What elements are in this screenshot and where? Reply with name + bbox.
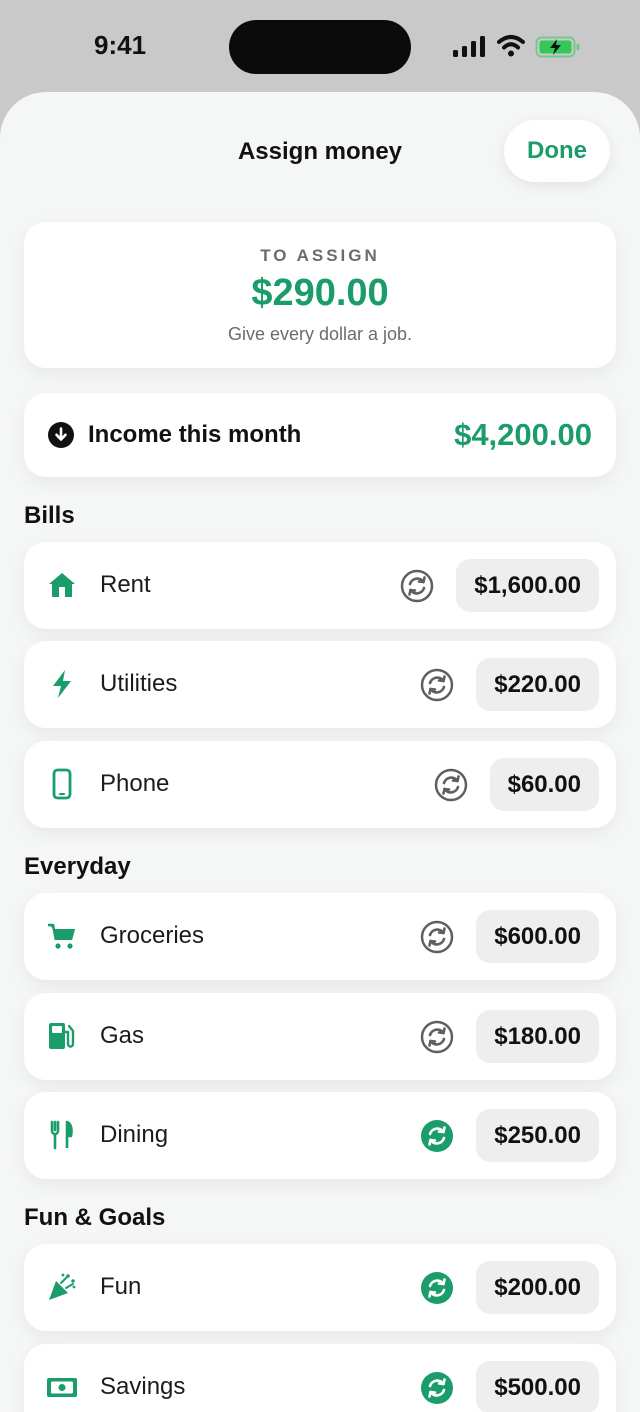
category-row-groceries[interactable]: Groceries $600.00 bbox=[24, 893, 616, 980]
category-label: Savings bbox=[100, 1373, 186, 1400]
recurring-toggle-icon[interactable] bbox=[420, 1371, 454, 1405]
amount-input[interactable]: $1,600.00 bbox=[456, 559, 599, 612]
category-row-fun[interactable]: Fun $200.00 bbox=[24, 1244, 616, 1331]
cellular-signal-icon bbox=[453, 36, 485, 57]
status-time: 9:41 bbox=[94, 30, 147, 60]
category-row-dining[interactable]: Dining $250.00 bbox=[24, 1092, 616, 1179]
category-label: Phone bbox=[100, 770, 170, 797]
bolt-icon bbox=[53, 670, 71, 698]
wifi-icon bbox=[497, 35, 525, 57]
recurring-toggle-icon[interactable] bbox=[420, 920, 454, 954]
amount-input[interactable]: $200.00 bbox=[476, 1261, 599, 1314]
category-label: Groceries bbox=[100, 922, 205, 949]
amount-input[interactable]: $60.00 bbox=[489, 758, 599, 811]
recurring-toggle-icon[interactable] bbox=[400, 569, 434, 603]
category-row-rent[interactable]: Rent $1,600.00 bbox=[24, 542, 616, 629]
amount-input[interactable]: $220.00 bbox=[476, 658, 599, 711]
section-title-bills: Bills bbox=[24, 502, 75, 529]
income-card[interactable]: Income this month $4,200.00 bbox=[24, 393, 616, 477]
section-title-everyday: Everyday bbox=[24, 853, 131, 880]
arrow-down-circle-icon bbox=[48, 422, 74, 448]
recurring-toggle-icon[interactable] bbox=[434, 768, 468, 802]
to-assign-label: TO ASSIGN bbox=[260, 246, 380, 265]
battery-charging-icon bbox=[535, 36, 580, 58]
category-label: Fun bbox=[100, 1273, 142, 1300]
income-amount: $4,200.00 bbox=[454, 417, 592, 452]
done-button[interactable]: Done bbox=[504, 120, 610, 182]
dynamic-island bbox=[229, 20, 411, 74]
amount-input[interactable]: $500.00 bbox=[476, 1361, 599, 1412]
fuel-pump-icon bbox=[49, 1023, 75, 1049]
amount-input[interactable]: $180.00 bbox=[476, 1010, 599, 1063]
category-label: Gas bbox=[100, 1022, 145, 1049]
recurring-toggle-icon[interactable] bbox=[420, 1119, 454, 1153]
income-label: Income this month bbox=[88, 421, 302, 448]
category-label: Utilities bbox=[100, 670, 178, 697]
recurring-toggle-icon[interactable] bbox=[420, 1020, 454, 1054]
phone-icon bbox=[52, 768, 72, 800]
section-title-fun-goals: Fun & Goals bbox=[24, 1204, 166, 1231]
party-popper-icon bbox=[49, 1273, 76, 1300]
to-assign-amount: $290.00 bbox=[251, 272, 389, 314]
recurring-toggle-icon[interactable] bbox=[420, 668, 454, 702]
category-label: Dining bbox=[100, 1121, 169, 1148]
recurring-toggle-icon[interactable] bbox=[420, 1271, 454, 1305]
category-row-phone[interactable]: Phone $60.00 bbox=[24, 741, 616, 828]
to-assign-subtitle: Give every dollar a job. bbox=[227, 324, 413, 344]
to-assign-card: TO ASSIGN $290.00 Give every dollar a jo… bbox=[24, 222, 616, 368]
amount-input[interactable]: $600.00 bbox=[476, 910, 599, 963]
amount-input[interactable]: $250.00 bbox=[476, 1109, 599, 1162]
assign-money-sheet: Assign money Done TO ASSIGN $290.00 Give… bbox=[0, 92, 640, 1412]
banknote-icon bbox=[47, 1378, 77, 1397]
fork-knife-icon bbox=[50, 1120, 73, 1150]
cart-icon bbox=[48, 923, 75, 949]
category-row-utilities[interactable]: Utilities $220.00 bbox=[24, 641, 616, 728]
category-label: Rent bbox=[100, 571, 151, 598]
house-icon bbox=[49, 573, 75, 597]
category-row-gas[interactable]: Gas $180.00 bbox=[24, 993, 616, 1080]
status-bar: 9:41 bbox=[0, 0, 640, 92]
category-row-savings[interactable]: Savings $500.00 bbox=[24, 1344, 616, 1412]
